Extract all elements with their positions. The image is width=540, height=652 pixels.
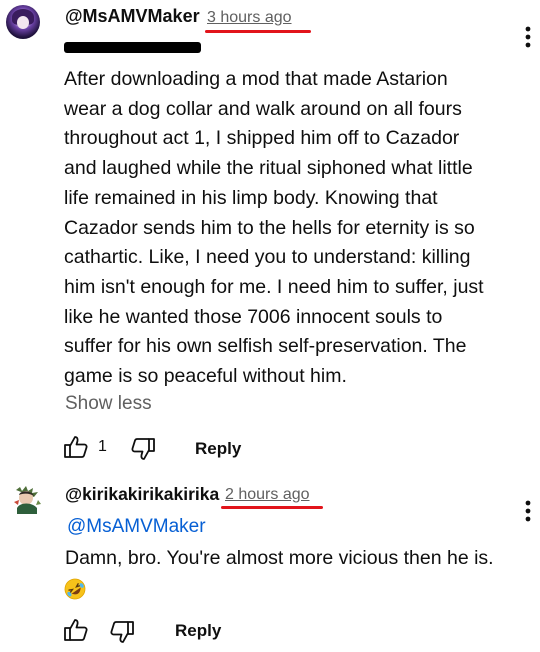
thumbs-up-icon <box>64 436 88 458</box>
avatar[interactable] <box>10 482 44 516</box>
reply-author-handle[interactable]: @kirikakirikakirika <box>65 484 219 505</box>
reply-body: Damn, bro. You're almost more vicious th… <box>65 547 494 569</box>
comment-timestamp[interactable]: 3 hours ago <box>207 9 292 27</box>
mention-link[interactable]: @MsAMVMaker <box>67 516 206 538</box>
thumbs-up-icon <box>64 619 88 641</box>
like-button[interactable] <box>63 617 89 643</box>
reply-button[interactable]: Reply <box>175 621 221 641</box>
thumbs-down-icon <box>110 621 134 643</box>
reply-button[interactable]: Reply <box>195 439 241 459</box>
red-underline-annotation <box>221 506 323 509</box>
like-button[interactable] <box>63 434 89 460</box>
thumbs-down-icon <box>131 438 155 460</box>
rolling-on-floor-laughing-emoji <box>64 578 86 605</box>
red-underline-annotation <box>205 30 311 33</box>
show-less-link[interactable]: Show less <box>65 393 152 415</box>
dislike-button[interactable] <box>109 619 135 645</box>
reply-timestamp[interactable]: 2 hours ago <box>225 486 310 504</box>
like-count: 1 <box>98 438 107 455</box>
more-vert-icon[interactable] <box>521 25 535 54</box>
avatar[interactable] <box>6 5 40 39</box>
redaction-bar <box>64 42 201 53</box>
more-vert-icon[interactable] <box>521 499 535 528</box>
comment-author-handle[interactable]: @MsAMVMaker <box>65 6 200 27</box>
dislike-button[interactable] <box>130 436 156 462</box>
comment-body: After downloading a mod that made Astari… <box>64 68 484 388</box>
